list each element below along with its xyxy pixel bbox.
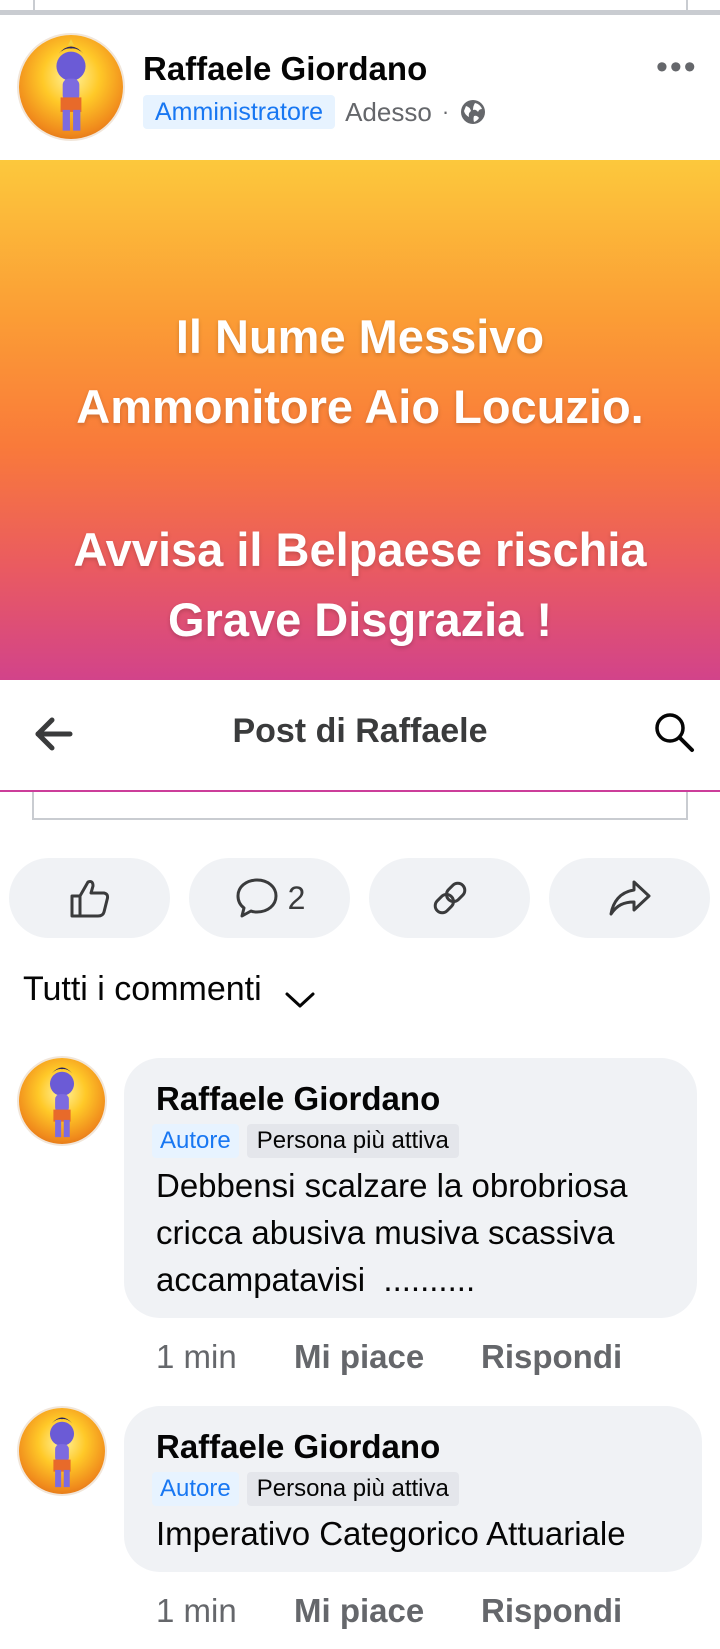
comment-footer: 1 min Mi piace Rispondi: [156, 1592, 622, 1630]
post-meta: Amministratore Adesso ·: [143, 95, 487, 129]
comment-badges: Autore Persona più attiva: [152, 1124, 459, 1158]
like-icon: [68, 876, 112, 920]
avatar-image: [56, 39, 86, 131]
comment-icon: [234, 876, 280, 920]
banner-line: Grave Disgrazia !: [167, 593, 552, 646]
banner-line: Avvisa il Belpaese rischia: [73, 523, 647, 576]
comment-text: Debbensi scalzare la obrobriosa cricca a…: [156, 1162, 627, 1303]
comment-author-avatar[interactable]: [19, 1058, 105, 1144]
avatar-image: [49, 1417, 75, 1488]
comment-time[interactable]: 1 min: [156, 1592, 237, 1629]
post-author-avatar[interactable]: [19, 35, 123, 139]
author-badge: Autore: [152, 1472, 239, 1506]
search-icon[interactable]: [652, 710, 696, 754]
banner-line: Il Nume Messivo: [175, 310, 545, 363]
comment-reply-button[interactable]: Rispondi: [481, 1338, 622, 1376]
avatar-image: [49, 1067, 75, 1138]
comment-text: Imperativo Categorico Attuariale: [156, 1510, 626, 1557]
comment-bubble: Raffaele Giordano Autore Persona più att…: [124, 1406, 702, 1572]
comments-filter-label: Tutti i commenti: [23, 970, 262, 1008]
comment-footer: 1 min Mi piace Rispondi: [156, 1338, 622, 1376]
link-icon: [429, 877, 471, 919]
post-banner: Il Nume Messivo Ammonitore Aio Locuzio. …: [0, 160, 720, 680]
admin-badge: Amministratore: [143, 95, 336, 129]
more-options-icon[interactable]: •••: [656, 48, 698, 87]
comment-badges: Autore Persona più attiva: [152, 1472, 459, 1506]
comment-bubble: Raffaele Giordano Autore Persona più att…: [124, 1058, 697, 1318]
comment-reply-button[interactable]: Rispondi: [481, 1592, 622, 1630]
comments-filter[interactable]: Tutti i commenti: [23, 970, 316, 1009]
comment-time[interactable]: 1 min: [156, 1338, 237, 1375]
comment-like-button[interactable]: Mi piace: [294, 1592, 424, 1630]
banner-line: Ammonitore Aio Locuzio.: [76, 380, 644, 433]
previous-post-edge: [0, 0, 720, 16]
comment-author-avatar[interactable]: [19, 1408, 105, 1494]
chevron-down-icon: [284, 980, 316, 1007]
post-time[interactable]: Adesso: [345, 97, 432, 128]
copy-link-button[interactable]: [369, 858, 530, 938]
share-button[interactable]: [549, 858, 710, 938]
comment-text-line: Debbensi scalzare la obrobriosa: [156, 1167, 628, 1204]
post-card-edge: [32, 792, 688, 820]
author-badge: Autore: [152, 1124, 239, 1158]
comment-count: 2: [287, 879, 306, 916]
top-contributor-badge: Persona più attiva: [246, 1472, 459, 1506]
comment-like-button[interactable]: Mi piace: [294, 1338, 424, 1376]
post-nav-bar: Post di Raffaele: [0, 680, 720, 792]
like-button[interactable]: [9, 858, 170, 938]
comment-button[interactable]: 2: [189, 858, 350, 938]
meta-separator: ·: [441, 99, 450, 124]
comment-text-line: accampatavisi ..........: [156, 1261, 476, 1298]
top-contributor-badge: Persona più attiva: [246, 1124, 459, 1158]
globe-icon: [459, 98, 487, 126]
share-icon: [608, 878, 652, 918]
comment-author-name[interactable]: Raffaele Giordano: [156, 1080, 440, 1118]
comment-text-line: cricca abusiva musiva scassiva: [156, 1214, 615, 1251]
comment-text-line: Imperativo Categorico Attuariale: [156, 1515, 626, 1552]
post-author-name[interactable]: Raffaele Giordano: [143, 50, 427, 88]
comment-author-name[interactable]: Raffaele Giordano: [156, 1428, 440, 1466]
nav-title: Post di Raffaele: [232, 712, 488, 750]
